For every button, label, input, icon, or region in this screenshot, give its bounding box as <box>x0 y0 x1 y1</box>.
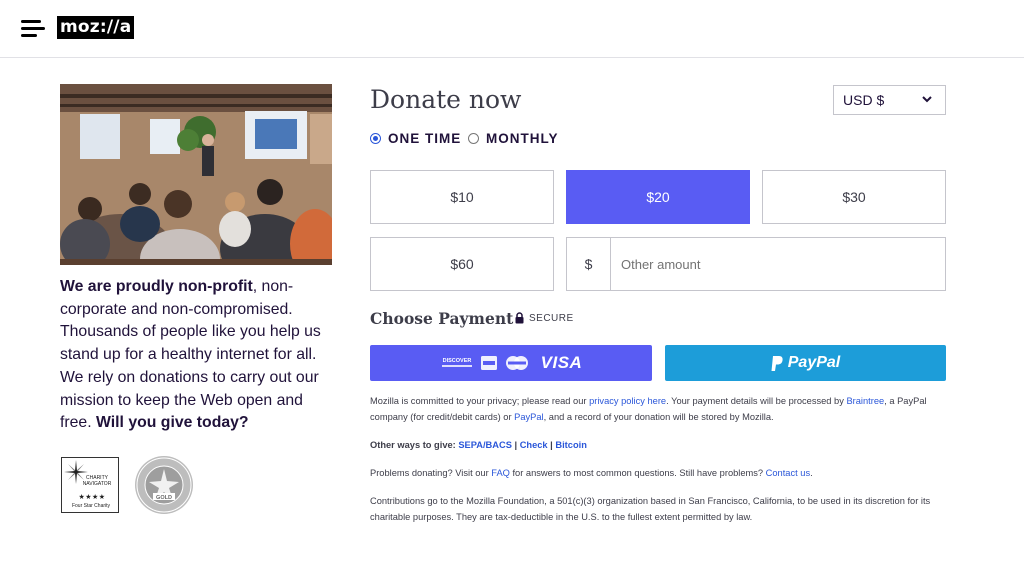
other-ways-label: Other ways to give: <box>370 440 459 450</box>
chevron-down-icon <box>922 96 932 103</box>
guidestar-gold-seal[interactable]: GOLD <box>134 455 194 515</box>
help-text: . <box>810 468 813 478</box>
privacy-text: Mozilla is committed to your privacy; pl… <box>370 396 590 406</box>
currency-prefix: $ <box>567 238 611 290</box>
other-amount-field[interactable]: $ <box>566 237 946 291</box>
privacy-notice: Mozilla is committed to your privacy; pl… <box>370 393 946 425</box>
pitch-bold-lead: We are proudly non-profit <box>60 278 253 295</box>
visa-logo: VISA <box>540 353 583 372</box>
tax-deductible-notice: Contributions go to the Mozilla Foundati… <box>370 496 931 522</box>
link-separator: | <box>511 440 520 450</box>
mastercard-icon <box>505 356 528 370</box>
amex-card-icon <box>480 356 497 370</box>
rating-stars: ★★★★ <box>78 493 106 501</box>
hero-photo <box>60 84 332 265</box>
check-link[interactable]: Check <box>520 440 548 450</box>
mozilla-logo[interactable]: moz://a <box>57 16 135 39</box>
pay-with-card-button[interactable]: DISCOVER VISA <box>370 345 652 381</box>
privacy-text: . Your payment details will be processed… <box>666 396 847 406</box>
secure-label: SECURE <box>529 312 574 324</box>
paypal-icon <box>771 355 783 371</box>
amount-option-selected[interactable]: $20 <box>566 170 750 224</box>
faq-link[interactable]: FAQ <box>491 468 510 478</box>
currency-value: USD $ <box>843 92 885 108</box>
paypal-link[interactable]: PayPal <box>514 412 543 422</box>
charity-navigator-name: CHARITY NAVIGATOR <box>82 475 112 487</box>
help-text: for answers to most common questions. St… <box>509 468 766 478</box>
pay-with-paypal-button[interactable]: PayPal <box>665 345 946 381</box>
svg-text:GOLD: GOLD <box>156 495 172 501</box>
pitch-bold-question: Will you give today? <box>96 414 249 432</box>
amount-option[interactable]: $60 <box>370 237 554 291</box>
one-time-radio[interactable] <box>370 133 381 144</box>
monthly-label: MONTHLY <box>486 131 559 146</box>
sepa-bacs-link[interactable]: SEPA/BACS <box>458 440 512 450</box>
donation-pitch: We are proudly non-profit, non-corporate… <box>60 276 336 435</box>
other-amount-input[interactable] <box>612 238 945 290</box>
svg-text:DISCOVER: DISCOVER <box>442 358 471 364</box>
choose-payment-title: Choose Payment <box>370 309 514 328</box>
donate-title: Donate now <box>370 85 522 114</box>
other-ways-to-give: Other ways to give: SEPA/BACS | Check | … <box>370 437 946 453</box>
pitch-body: , non-corporate and non-compromised. Tho… <box>60 278 321 432</box>
rating-label: Four Star Charity <box>71 503 111 509</box>
amount-option[interactable]: $10 <box>370 170 554 224</box>
transparency-seal-icon: GOLD <box>135 456 193 514</box>
amount-option[interactable]: $30 <box>762 170 946 224</box>
braintree-link[interactable]: Braintree <box>846 396 884 406</box>
paypal-label: PayPal <box>787 354 841 371</box>
privacy-text: , and a record of your donation will be … <box>543 412 774 422</box>
bitcoin-link[interactable]: Bitcoin <box>555 440 587 450</box>
monthly-radio[interactable] <box>468 133 479 144</box>
privacy-policy-link[interactable]: privacy policy here <box>589 396 666 406</box>
help-text: Problems donating? Visit our <box>370 468 492 478</box>
lock-icon <box>515 312 524 324</box>
hamburger-menu-icon[interactable] <box>21 18 45 38</box>
discover-card-icon: DISCOVER <box>441 358 472 367</box>
secure-indicator: SECURE <box>515 312 574 324</box>
one-time-label: ONE TIME <box>388 131 462 146</box>
frequency-one-time[interactable]: ONE TIME <box>370 131 461 146</box>
charity-navigator-badge[interactable]: CHARITY NAVIGATOR ★★★★ Four Star Charity <box>61 457 119 513</box>
contact-us-link[interactable]: Contact us <box>766 468 810 478</box>
site-header: moz://a <box>0 0 1024 58</box>
currency-select[interactable]: USD $ <box>833 85 946 115</box>
help-notice: Problems donating? Visit our FAQ for ans… <box>370 465 946 481</box>
frequency-monthly[interactable]: MONTHLY <box>468 131 559 146</box>
